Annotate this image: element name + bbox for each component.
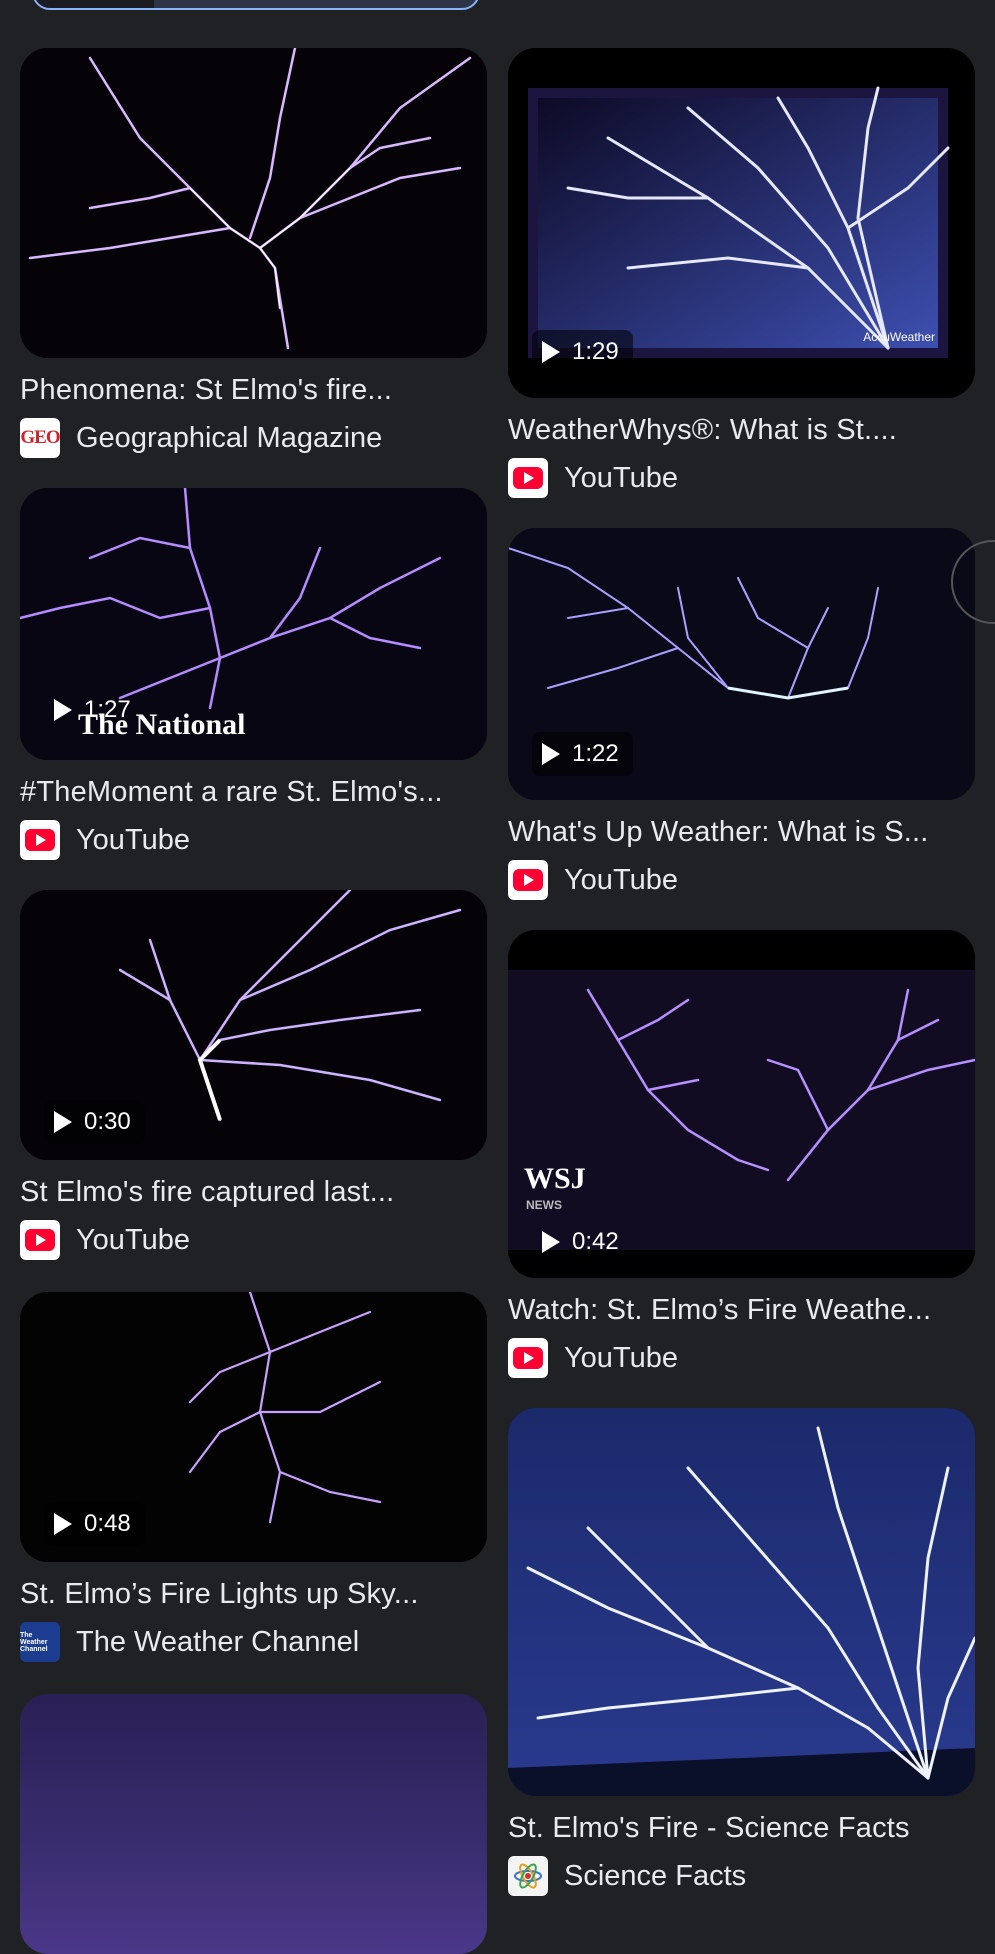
thumbnail-image[interactable]: 0:30 — [20, 890, 487, 1160]
result-title[interactable]: St. Elmo’s Fire Lights up Sky... — [20, 1576, 487, 1612]
channel-watermark-sub: NEWS — [526, 1198, 562, 1212]
result-title[interactable]: What's Up Weather: What is S... — [508, 814, 975, 850]
play-icon — [542, 341, 560, 363]
video-duration: 1:27 — [44, 688, 145, 732]
thumbnail-image[interactable]: The National 1:27 — [20, 488, 487, 760]
source-name: The Weather Channel — [76, 1625, 360, 1658]
search-tab-bar[interactable] — [32, 0, 480, 10]
result-card[interactable] — [20, 1694, 487, 1954]
source-name: YouTube — [564, 1341, 678, 1374]
duration-text: 1:22 — [572, 740, 619, 767]
source-name: Science Facts — [564, 1859, 747, 1892]
video-duration: 0:42 — [532, 1220, 633, 1264]
thumbnail-image[interactable] — [20, 48, 487, 358]
thumbnail-image[interactable] — [20, 1694, 487, 1954]
result-source[interactable]: The Weather Channel The Weather Channel — [20, 1622, 487, 1662]
duration-text: 0:48 — [84, 1510, 131, 1537]
duration-text: 1:29 — [572, 338, 619, 365]
thumbnail-image[interactable]: WSJ NEWS 0:42 — [508, 930, 975, 1278]
science-facts-icon — [508, 1856, 548, 1896]
channel-watermark: WSJ — [524, 1162, 586, 1195]
play-icon — [54, 699, 72, 721]
result-source[interactable]: Science Facts — [508, 1856, 975, 1896]
source-name: YouTube — [564, 461, 678, 494]
play-icon — [542, 743, 560, 765]
result-title[interactable]: Watch: St. Elmo’s Fire Weathe... — [508, 1292, 975, 1328]
result-title[interactable]: Phenomena: St Elmo's fire... — [20, 372, 487, 408]
youtube-icon — [508, 1338, 548, 1378]
result-source[interactable]: YouTube — [20, 1220, 487, 1260]
result-card[interactable]: 0:30 St Elmo's fire captured last... You… — [20, 890, 487, 1260]
duration-text: 1:27 — [84, 696, 131, 723]
result-title[interactable]: WeatherWhys®: What is St.... — [508, 412, 975, 448]
result-source[interactable]: YouTube — [20, 820, 487, 860]
selected-tab-indicator — [34, 0, 154, 8]
result-title[interactable]: St. Elmo's Fire - Science Facts — [508, 1810, 975, 1846]
result-source[interactable]: GEO Geographical Magazine — [20, 418, 487, 458]
geo-icon: GEO — [20, 418, 61, 458]
result-card[interactable]: Phenomena: St Elmo's fire... GEO Geograp… — [20, 48, 487, 458]
result-title[interactable]: #TheMoment a rare St. Elmo's... — [20, 774, 487, 810]
result-source[interactable]: YouTube — [508, 458, 975, 498]
result-source[interactable]: YouTube — [508, 1338, 975, 1378]
result-card[interactable]: 1:22 What's Up Weather: What is S... You… — [508, 528, 975, 900]
video-duration: 0:30 — [44, 1100, 145, 1144]
result-card[interactable]: WSJ NEWS 0:42 Watch: St. Elmo’s Fire Wea… — [508, 930, 975, 1378]
duration-text: 0:42 — [572, 1228, 619, 1255]
thumbnail-image[interactable]: AccuWeather 1:29 — [508, 48, 975, 398]
lightning-image — [20, 48, 487, 358]
channel-watermark: AccuWeather — [863, 330, 935, 344]
thumbnail-image[interactable]: 1:22 — [508, 528, 975, 800]
video-duration: 1:29 — [532, 330, 633, 374]
result-title[interactable]: St Elmo's fire captured last... — [20, 1174, 487, 1210]
result-card[interactable]: 0:48 St. Elmo’s Fire Lights up Sky... Th… — [20, 1292, 487, 1662]
source-name: YouTube — [564, 863, 678, 896]
source-name: Geographical Magazine — [76, 421, 383, 454]
result-card[interactable]: AccuWeather 1:29 WeatherWhys®: What is S… — [508, 48, 975, 498]
play-icon — [542, 1231, 560, 1253]
duration-text: 0:30 — [84, 1108, 131, 1135]
play-icon — [54, 1513, 72, 1535]
youtube-icon — [20, 1220, 60, 1260]
youtube-icon — [508, 860, 548, 900]
lightning-image — [508, 1408, 975, 1796]
video-duration: 0:48 — [44, 1502, 145, 1546]
weather-channel-icon: The Weather Channel — [20, 1622, 60, 1662]
result-card[interactable]: The National 1:27 #TheMoment a rare St. … — [20, 488, 487, 860]
youtube-icon — [20, 820, 60, 860]
source-name: YouTube — [76, 1223, 190, 1256]
source-name: YouTube — [76, 823, 190, 856]
video-duration: 1:22 — [532, 732, 633, 776]
result-source[interactable]: YouTube — [508, 860, 975, 900]
result-card[interactable]: St. Elmo's Fire - Science Facts Science … — [508, 1408, 975, 1896]
play-icon — [54, 1111, 72, 1133]
thumbnail-image[interactable]: 0:48 — [20, 1292, 487, 1562]
youtube-icon — [508, 458, 548, 498]
thumbnail-image[interactable] — [508, 1408, 975, 1796]
